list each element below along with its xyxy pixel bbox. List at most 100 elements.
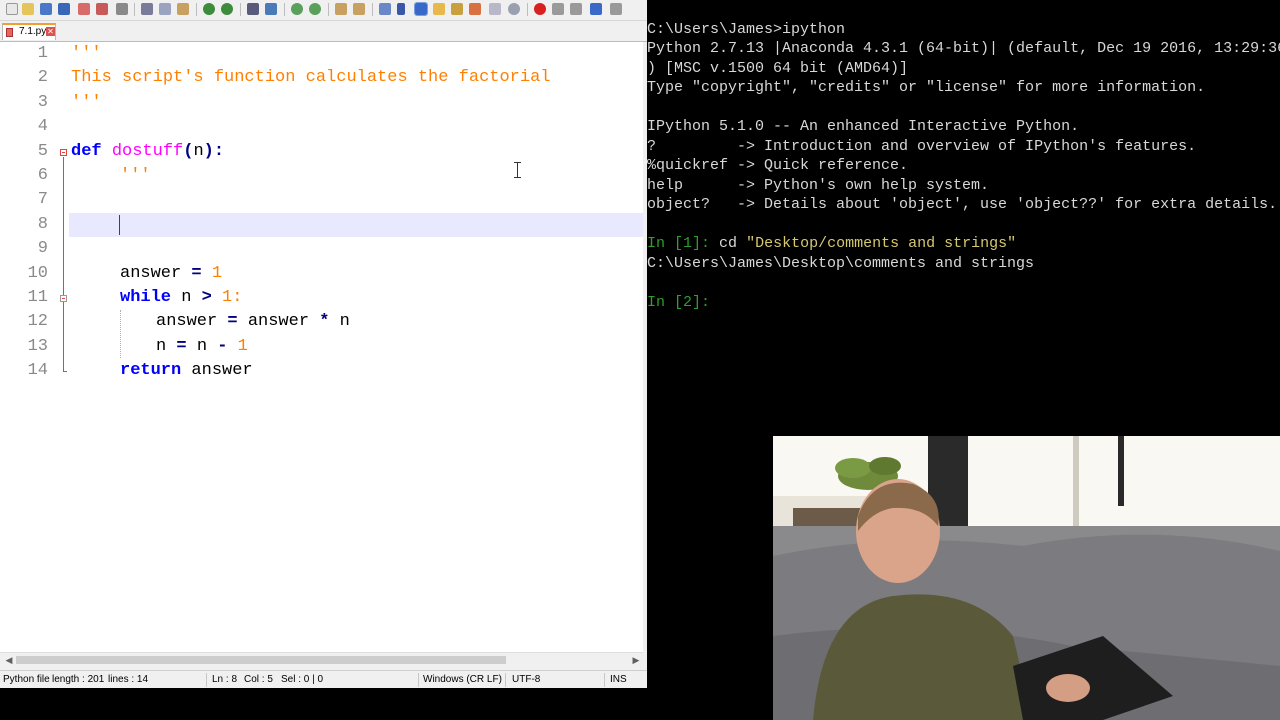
code-line-14: return answer: [120, 359, 253, 383]
paren: ): [203, 142, 214, 161]
status-divider: [604, 673, 605, 687]
console-line: %quickref -> Quick reference.: [647, 157, 909, 174]
line-number: 11: [27, 288, 48, 307]
status-divider: [206, 673, 207, 687]
zoom-in-icon[interactable]: [291, 3, 303, 15]
scroll-left-icon[interactable]: ◀: [2, 653, 16, 667]
line-number: 4: [37, 117, 48, 136]
language-icon[interactable]: [433, 3, 445, 15]
fold-end-marker: [63, 371, 67, 372]
word-wrap-icon[interactable]: [379, 3, 391, 15]
open-icon[interactable]: [22, 3, 34, 15]
code-token: answer: [156, 312, 218, 331]
modified-file-icon: [6, 28, 13, 37]
run-macro-multiple-icon[interactable]: [590, 3, 602, 15]
code-operator: =: [176, 337, 187, 356]
monitor-icon[interactable]: [489, 3, 501, 15]
docstring-close: ''': [71, 93, 102, 112]
colon: :: [213, 142, 225, 161]
indent-guide: [120, 310, 121, 358]
code-token: n: [196, 337, 208, 356]
code-number: 1: [237, 337, 248, 356]
new-file-icon[interactable]: [6, 3, 18, 15]
zoom-out-icon[interactable]: [309, 3, 321, 15]
paste-icon[interactable]: [177, 3, 189, 15]
toolbar-separator: [328, 3, 329, 16]
line-number-gutter: 1 2 3 4 5 6 7 8 9 10 11 12 13 14: [0, 42, 56, 652]
save-icon[interactable]: [40, 3, 52, 15]
code-line-11: while n > 1:: [120, 286, 242, 310]
horizontal-scrollbar[interactable]: ◀ ▶: [0, 652, 643, 667]
console-line: ) [MSC v.1500 64 bit (AMD64)]: [647, 60, 909, 77]
docstring-text: This script's function calculates the fa…: [71, 68, 551, 87]
show-all-chars-icon[interactable]: [397, 3, 405, 15]
sync-vertical-icon[interactable]: [335, 3, 347, 15]
fold-toggle-icon[interactable]: [60, 295, 67, 302]
scroll-right-icon[interactable]: ▶: [629, 653, 643, 667]
undo-icon[interactable]: [203, 3, 215, 15]
console-line: C:\Users\James>ipython: [647, 21, 846, 38]
sync-horizontal-icon[interactable]: [353, 3, 365, 15]
line-number: 3: [37, 93, 48, 112]
code-line-13: n = n - 1: [156, 335, 248, 359]
line-number: 10: [27, 264, 48, 283]
webcam-overlay: [773, 436, 1280, 720]
code-line-5: def dostuff(n):: [71, 140, 224, 164]
status-selection: Sel : 0 | 0: [281, 674, 324, 685]
record-macro-icon[interactable]: [534, 3, 546, 15]
code-operator: =: [227, 312, 238, 331]
redo-icon[interactable]: [221, 3, 233, 15]
line-number: 5: [37, 142, 48, 161]
replace-icon[interactable]: [265, 3, 277, 15]
tab-7-1-py[interactable]: 7.1.py ✕: [2, 23, 56, 40]
fold-guide: [63, 157, 64, 371]
scrollbar-thumb[interactable]: [16, 656, 506, 664]
print-icon[interactable]: [116, 3, 128, 15]
paren: (: [183, 142, 194, 161]
close-icon[interactable]: [78, 3, 90, 15]
status-divider: [418, 673, 419, 687]
console-line: object? -> Details about 'object', use '…: [647, 196, 1278, 213]
eye-icon[interactable]: [508, 3, 520, 15]
text-caret: [119, 215, 120, 235]
close-all-icon[interactable]: [96, 3, 108, 15]
line-number: 8: [37, 215, 48, 234]
code-operator: =: [191, 264, 202, 283]
stop-macro-icon[interactable]: [552, 3, 564, 15]
save-all-icon[interactable]: [58, 3, 70, 15]
console-input-2[interactable]: In [2]:: [647, 293, 710, 312]
folder-workspace-icon[interactable]: [469, 3, 481, 15]
i-beam-cursor-icon: [514, 162, 522, 178]
code-token: answer: [120, 264, 182, 283]
find-icon[interactable]: [247, 3, 259, 15]
function-list-icon[interactable]: [451, 3, 463, 15]
code-line-10: answer = 1: [120, 262, 222, 286]
close-icon[interactable]: ✕: [46, 27, 55, 36]
code-token: n: [181, 288, 192, 307]
webcam-video-image: [773, 436, 1280, 720]
keyword-def: def: [71, 142, 102, 161]
code-operator: -: [217, 337, 228, 356]
code-editor[interactable]: 1 2 3 4 5 6 7 8 9 10 11 12 13 14 ''' Thi…: [0, 42, 643, 652]
line-number: 6: [37, 166, 48, 185]
save-macro-icon[interactable]: [610, 3, 622, 15]
console-line: Python 2.7.13 |Anaconda 4.3.1 (64-bit)| …: [647, 40, 1280, 57]
current-line-highlight: [69, 213, 643, 237]
code-token: n: [156, 337, 167, 356]
fold-toggle-icon[interactable]: [60, 149, 67, 156]
document-tab-bar: 7.1.py ✕: [0, 21, 647, 42]
console-line: Type "copyright", "credits" or "license"…: [647, 79, 1206, 96]
docstring-open: ''': [71, 44, 102, 63]
copy-icon[interactable]: [159, 3, 171, 15]
cut-icon[interactable]: [141, 3, 153, 15]
indent-guide-icon[interactable]: [414, 2, 428, 16]
toolbar-separator: [196, 3, 197, 16]
console-line: help -> Python's own help system.: [647, 177, 990, 194]
status-lines: lines : 14: [108, 674, 149, 685]
status-bar: Python file length : 201 lines : 14 Ln :…: [0, 670, 647, 688]
line-number: 9: [37, 239, 48, 258]
function-name: dostuff: [111, 142, 184, 161]
status-encoding: UTF-8: [512, 674, 541, 685]
code-token: answer: [247, 312, 310, 331]
play-macro-icon[interactable]: [570, 3, 582, 15]
